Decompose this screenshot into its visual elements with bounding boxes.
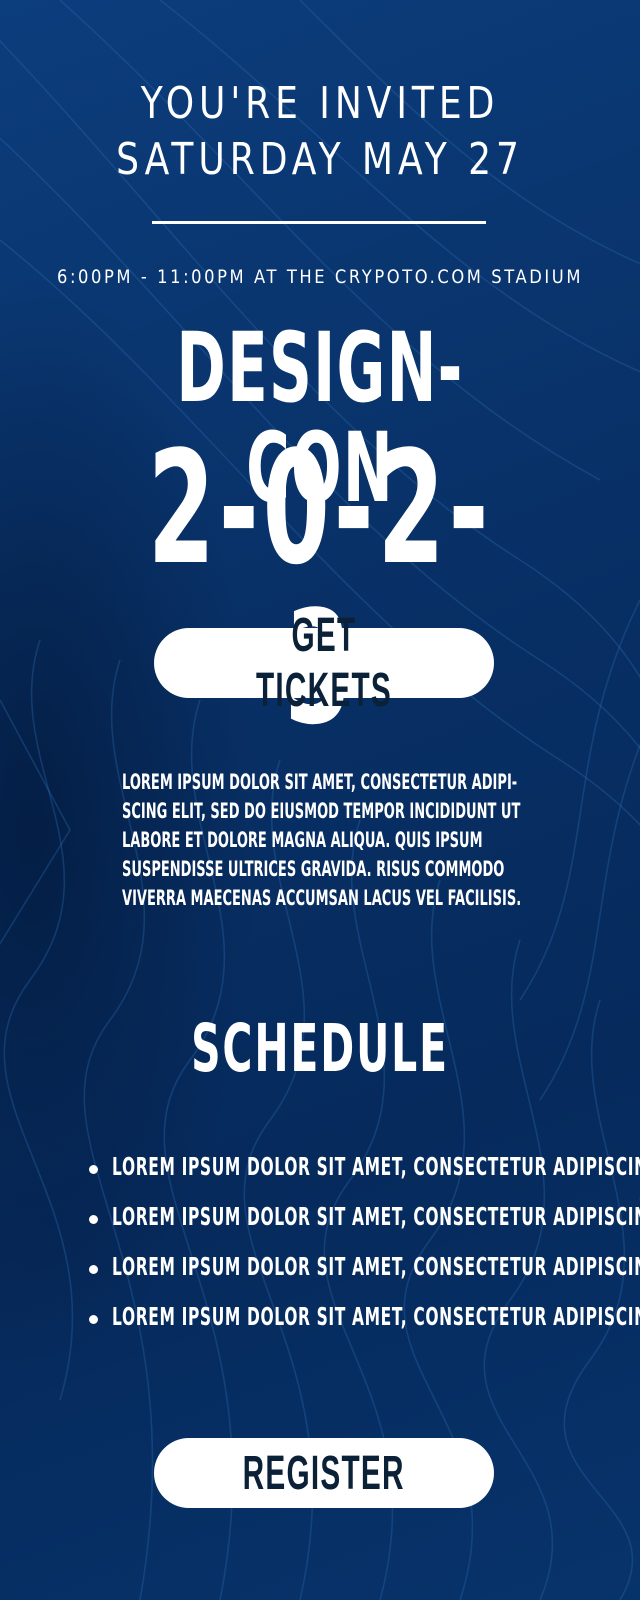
schedule-item-text: LOREM IPSUM DOLOR SIT AMET, CONSECTETUR … [112,1302,640,1331]
invitation-heading: YOU'RE INVITED [140,78,500,129]
schedule-item: LOREM IPSUM DOLOR SIT AMET, CONSECTETUR … [84,1202,640,1252]
schedule-item-text: LOREM IPSUM DOLOR SIT AMET, CONSECTETUR … [112,1152,640,1181]
register-label: REGISTER [242,1446,406,1500]
register-button[interactable]: REGISTER [154,1438,494,1508]
schedule-item-text: LOREM IPSUM DOLOR SIT AMET, CONSECTETUR … [112,1202,640,1231]
get-tickets-label: GET TICKETS [256,609,392,717]
schedule-item: LOREM IPSUM DOLOR SIT AMET, CONSECTETUR … [84,1302,640,1352]
bullet-icon [89,1315,98,1324]
poster-content: YOU'RE INVITED SATURDAY MAY 27 6:00PM - … [0,0,640,1600]
divider-line [152,221,486,224]
schedule-item: LOREM IPSUM DOLOR SIT AMET, CONSECTETUR … [84,1252,640,1302]
schedule-item: LOREM IPSUM DOLOR SIT AMET, CONSECTETUR … [84,1152,640,1202]
event-description: LOREM IPSUM DOLOR SIT AMET, CONSECTETUR … [122,770,522,910]
bullet-icon [89,1215,98,1224]
event-poster: YOU'RE INVITED SATURDAY MAY 27 6:00PM - … [0,0,640,1600]
event-date: SATURDAY MAY 27 [116,134,524,185]
get-tickets-button[interactable]: GET TICKETS [154,609,494,717]
event-time-venue: 6:00PM - 11:00PM AT THE CRYPOTO.COM STAD… [56,266,584,288]
schedule-item-text: LOREM IPSUM DOLOR SIT AMET, CONSECTETUR … [112,1252,640,1281]
schedule-heading: SCHEDULE [191,1010,449,1087]
bullet-icon [89,1265,98,1274]
schedule-list: LOREM IPSUM DOLOR SIT AMET, CONSECTETUR … [84,1152,640,1352]
bullet-icon [89,1165,98,1174]
